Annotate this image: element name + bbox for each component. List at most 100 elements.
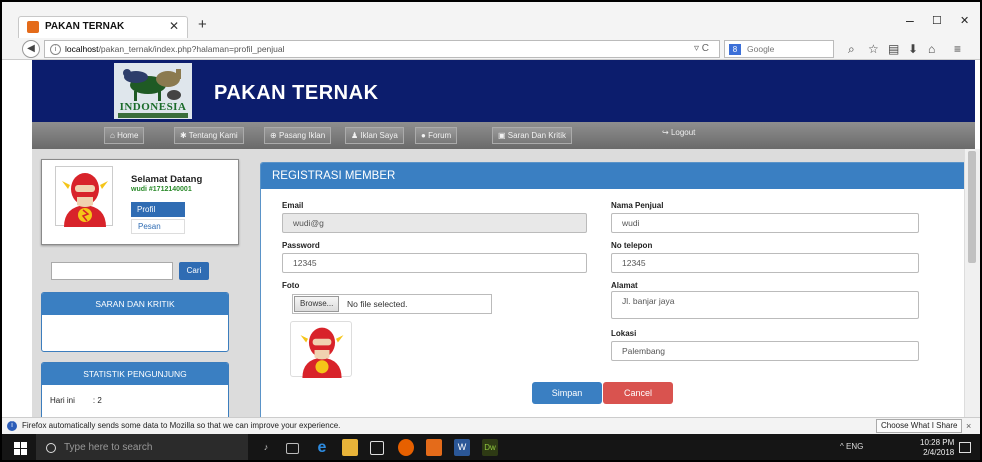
alamat-label: Alamat: [611, 281, 638, 290]
alamat-field[interactable]: Jl. banjar jaya: [611, 291, 919, 319]
site-info-icon[interactable]: i: [50, 44, 61, 55]
main-content: Selamat Datang wudi #1712140001 Profil P…: [32, 149, 975, 424]
profil-button[interactable]: Profil: [131, 202, 185, 217]
menu-item-pasang-iklan[interactable]: ⊕ Pasang Iklan: [264, 127, 332, 144]
search-engine-label: Google: [747, 44, 775, 54]
info-icon: i: [7, 421, 17, 431]
action-center-icon[interactable]: [959, 442, 971, 453]
lokasi-label: Lokasi: [611, 329, 637, 338]
add-icon: ⊕: [270, 131, 279, 140]
tab-close-icon[interactable]: ✕: [169, 19, 179, 33]
no-file-text: No file selected.: [347, 299, 408, 309]
notification-text: Firefox automatically sends some data to…: [22, 421, 341, 430]
menu-item-home[interactable]: ⌂ Home: [104, 127, 145, 144]
logout-link[interactable]: ↪ Logout: [662, 128, 695, 137]
site-favicon-icon: [27, 21, 39, 33]
cari-button[interactable]: Cari: [179, 262, 209, 280]
scrollbar-thumb[interactable]: [968, 151, 976, 263]
site-logo[interactable]: INDONESIA: [114, 63, 192, 119]
menu-item-saran-kritik[interactable]: ▣ Saran Dan Kritik: [492, 127, 573, 144]
logo-ribbon: [118, 113, 188, 118]
url-path: /pakan_ternak/index.php?halaman=profil_p…: [98, 44, 285, 54]
saran-panel-title: SARAN DAN KRITIK: [42, 293, 228, 315]
tab-title: PAKAN TERNAK: [45, 21, 125, 32]
windows-start-icon[interactable]: [14, 442, 27, 455]
welcome-text: Selamat Datang: [131, 174, 203, 185]
telepon-label: No telepon: [611, 241, 653, 250]
clock-date: 2/4/2018: [923, 448, 955, 457]
nama-field[interactable]: wudi: [611, 213, 919, 233]
logout-label: Logout: [670, 128, 696, 137]
search-icon[interactable]: ⌕: [848, 42, 855, 57]
maximize-button[interactable]: ☐: [932, 14, 942, 27]
menu-item-iklan-saya[interactable]: ♟ Iklan Saya: [345, 127, 404, 144]
browse-button[interactable]: Browse...: [294, 296, 340, 312]
registration-card: REGISTRASI MEMBER Email wudi@g Password …: [260, 162, 970, 424]
email-field[interactable]: wudi@g: [282, 213, 587, 233]
taskbar-search-placeholder: Type here to search: [64, 442, 153, 453]
statistik-panel: STATISTIK PENGUNJUNG Hari ini : 2: [41, 362, 229, 422]
simpan-button[interactable]: Simpan: [532, 382, 602, 404]
site-header: INDONESIA PAKAN TERNAK: [32, 60, 975, 122]
logo-text: INDONESIA: [119, 101, 187, 113]
minimize-button[interactable]: –: [906, 12, 914, 28]
sidebar-search-input[interactable]: [51, 262, 173, 280]
taskbar-search[interactable]: Type here to search: [36, 434, 248, 460]
xampp-icon[interactable]: [426, 439, 442, 456]
saran-panel: SARAN DAN KRITIK: [41, 292, 229, 352]
navigation-bar: ◀ i localhost/pakan_ternak/index.php?hal…: [2, 38, 980, 60]
browser-tab[interactable]: PAKAN TERNAK ✕: [18, 16, 188, 38]
notification-close-icon[interactable]: ×: [966, 418, 971, 434]
site-title: PAKAN TERNAK: [214, 82, 379, 104]
microphone-icon[interactable]: ♪: [258, 439, 274, 456]
cancel-button[interactable]: Cancel: [603, 382, 673, 404]
stat-value: : 2: [92, 396, 102, 405]
email-label: Email: [282, 201, 304, 210]
home-icon[interactable]: ⌂: [928, 42, 935, 56]
info-icon: ✱: [180, 131, 189, 140]
foto-label: Foto: [282, 281, 300, 290]
reload-icon[interactable]: ▿ C: [694, 43, 709, 54]
windows-taskbar: Type here to search ♪ e W Dw ^ ENG 10:28…: [2, 434, 980, 460]
livestock-logo-icon: [123, 69, 181, 101]
store-icon[interactable]: [370, 441, 384, 455]
statistik-panel-title: STATISTIK PENGUNJUNG: [42, 363, 228, 385]
menu-item-label: Tentang Kami: [188, 131, 238, 140]
menu-item-tentang-kami[interactable]: ✱ Tentang Kami: [174, 127, 244, 144]
firefox-icon[interactable]: [398, 439, 414, 456]
reading-list-icon[interactable]: ▤: [888, 42, 899, 56]
bookmark-star-icon[interactable]: ☆: [868, 42, 879, 56]
address-bar[interactable]: i localhost/pakan_ternak/index.php?halam…: [44, 40, 720, 58]
telepon-field[interactable]: 12345: [611, 253, 919, 273]
task-view-icon[interactable]: [286, 443, 299, 454]
edge-icon[interactable]: e: [314, 439, 330, 456]
password-field[interactable]: 12345: [282, 253, 587, 273]
registration-title: REGISTRASI MEMBER: [261, 163, 969, 189]
search-bar[interactable]: 8 Google: [724, 40, 834, 58]
menu-item-forum[interactable]: ● Forum: [415, 127, 458, 144]
pesan-button[interactable]: Pesan: [131, 219, 185, 234]
menu-icon[interactable]: ≡: [954, 42, 961, 56]
cortana-icon: [46, 443, 56, 453]
file-input[interactable]: Browse... No file selected.: [292, 294, 492, 314]
file-explorer-icon[interactable]: [342, 439, 358, 456]
system-tray[interactable]: ^ ENG: [840, 442, 863, 451]
main-menu: ⌂ Home ✱ Tentang Kami ⊕ Pasang Iklan ♟ I…: [32, 122, 975, 149]
page-scrollbar[interactable]: [964, 149, 980, 417]
user-id: wudi #1712140001: [131, 186, 192, 193]
close-window-button[interactable]: ✕: [960, 14, 969, 27]
new-tab-button[interactable]: +: [198, 16, 207, 33]
stat-label: Hari ini: [50, 396, 75, 405]
password-label: Password: [282, 241, 320, 250]
menu-item-label: Home: [117, 131, 139, 140]
logout-icon: ↪: [662, 128, 671, 137]
clock[interactable]: 10:28 PM 2/4/2018: [920, 438, 954, 458]
dreamweaver-icon[interactable]: Dw: [482, 439, 498, 456]
home-icon: ⌂: [110, 131, 118, 140]
notification-bar: i Firefox automatically sends some data …: [2, 417, 980, 434]
lokasi-field[interactable]: Palembang: [611, 341, 919, 361]
choose-share-button[interactable]: Choose What I Share: [876, 419, 963, 433]
download-icon[interactable]: ⬇: [908, 42, 918, 56]
word-icon[interactable]: W: [454, 439, 470, 456]
back-arrow-icon[interactable]: ◀: [22, 40, 40, 58]
